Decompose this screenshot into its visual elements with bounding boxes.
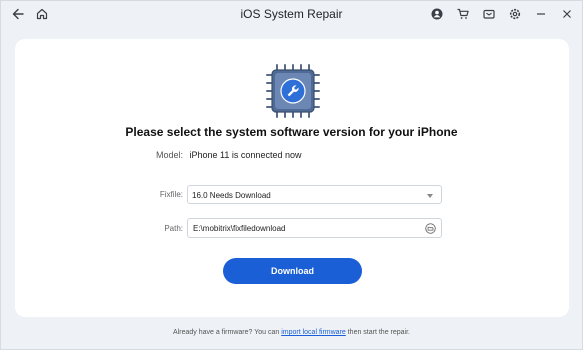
footer-prefix: Already have a firmware? You can bbox=[173, 329, 282, 336]
model-info: Model: iPhone 11 is connected now bbox=[156, 150, 301, 160]
cart-icon[interactable] bbox=[454, 5, 472, 23]
chevron-down-icon bbox=[427, 194, 433, 198]
settings-icon[interactable] bbox=[506, 5, 524, 23]
fixfile-select[interactable]: 16.0 Needs Download bbox=[187, 185, 442, 204]
import-local-firmware-link[interactable]: import local firmware bbox=[281, 329, 346, 336]
path-label: Path: bbox=[164, 224, 183, 233]
minimize-icon[interactable] bbox=[532, 5, 550, 23]
folder-icon[interactable] bbox=[425, 223, 436, 234]
model-status: is connected now bbox=[231, 150, 302, 160]
footer-note: Already have a firmware? You can import … bbox=[1, 329, 582, 336]
model-label: Model: bbox=[156, 150, 184, 160]
path-value: E:\mobitrix\fixfiledownload bbox=[193, 224, 286, 233]
user-icon[interactable] bbox=[428, 5, 446, 23]
close-icon[interactable] bbox=[558, 5, 576, 23]
footer-suffix: then start the repair. bbox=[345, 329, 410, 336]
app-window: iOS System Repair Please select the syst… bbox=[0, 0, 583, 350]
title-bar: iOS System Repair bbox=[1, 1, 582, 27]
page-heading: Please select the system software versio… bbox=[125, 125, 458, 139]
fixfile-label: Fixfile: bbox=[159, 190, 183, 199]
model-name: iPhone 11 bbox=[189, 150, 230, 160]
mail-icon[interactable] bbox=[480, 5, 498, 23]
path-field[interactable]: E:\mobitrix\fixfiledownload bbox=[187, 218, 442, 238]
fixfile-value: 16.0 Needs Download bbox=[192, 191, 271, 200]
chip-wrench-icon bbox=[266, 64, 320, 118]
download-button[interactable]: Download bbox=[223, 258, 362, 284]
